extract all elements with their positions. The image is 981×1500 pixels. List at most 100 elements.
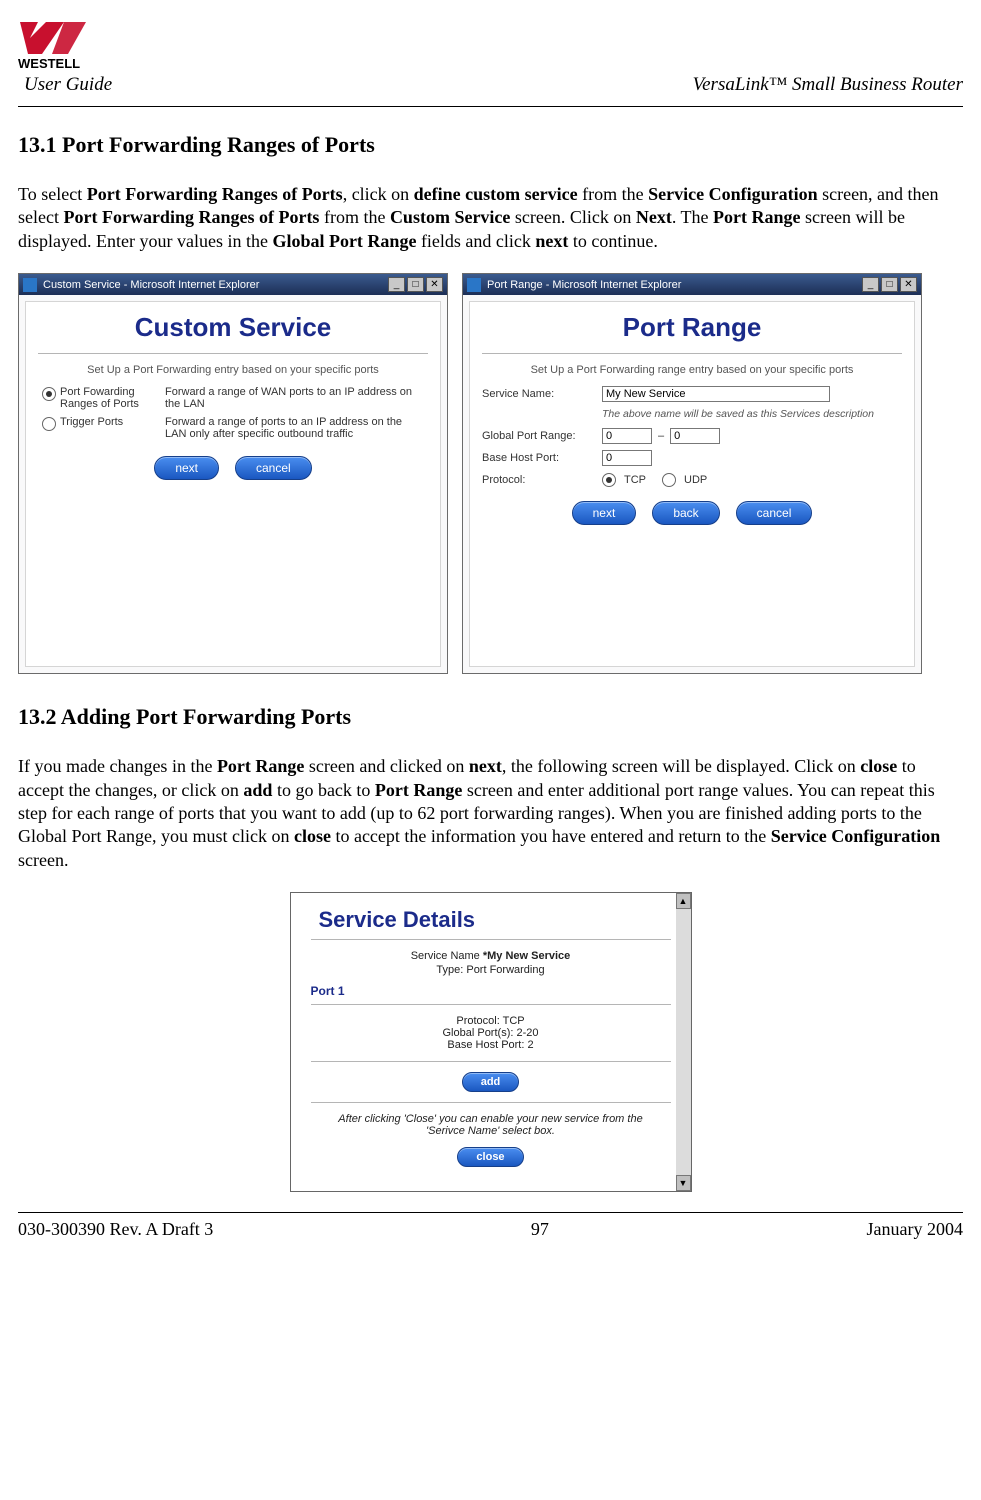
cancel-button[interactable]: cancel (736, 501, 813, 525)
page-footer: 030-300390 Rev. A Draft 3 97 January 200… (18, 1212, 963, 1240)
tcp-label: TCP (624, 474, 646, 486)
text: To select (18, 184, 87, 204)
text-bold: next (535, 231, 568, 251)
close-button[interactable]: ✕ (426, 277, 443, 292)
next-button[interactable]: next (154, 456, 219, 480)
text-bold: Next (636, 207, 672, 227)
text: If you made changes in the (18, 756, 217, 776)
service-details-window: ▲ ▼ Service Details Service Name *My New… (290, 892, 692, 1192)
radio-tcp[interactable] (602, 473, 616, 487)
footer-left: 030-300390 Rev. A Draft 3 (18, 1219, 213, 1240)
base-host-port-input[interactable] (602, 450, 652, 466)
window-body: Service Details Service Name *My New Ser… (291, 893, 691, 1191)
text: screen. Click on (510, 207, 635, 227)
text: . The (672, 207, 713, 227)
global-port-range-label: Global Port Range: (482, 430, 602, 442)
type-line: Type: Port Forwarding (311, 964, 671, 976)
minimize-button[interactable]: _ (862, 277, 879, 292)
text-bold: Service Configuration (648, 184, 817, 204)
text: , the following screen will be displayed… (502, 756, 860, 776)
text: fields and click (416, 231, 535, 251)
maximize-button[interactable]: □ (407, 277, 424, 292)
scroll-up-icon[interactable]: ▲ (676, 893, 691, 909)
base-host-line: Base Host Port: 2 (311, 1039, 671, 1051)
text-bold: Port Forwarding Ranges of Ports (63, 207, 319, 227)
option-description: Forward a range of WAN ports to an IP ad… (165, 386, 424, 410)
options-grid: Port Fowarding Ranges of Ports Forward a… (42, 386, 424, 440)
service-name-line: Service Name *My New Service (311, 950, 671, 962)
text: screen and clicked on (304, 756, 468, 776)
panel-subtitle: Set Up a Port Forwarding entry based on … (38, 364, 428, 376)
product-name: VersaLink™ Small Business Router (693, 74, 963, 96)
service-name-value: *My New Service (483, 950, 570, 962)
panel-heading: Service Details (311, 907, 671, 933)
protocol-line: Protocol: TCP (311, 1015, 671, 1027)
protocol-label: Protocol: (482, 474, 602, 486)
global-ports-line: Global Port(s): 2-20 (311, 1027, 671, 1039)
option-port-fwd[interactable]: Port Fowarding Ranges of Ports (42, 386, 157, 410)
text: to go back to (272, 780, 374, 800)
close-note: After clicking 'Close' you can enable yo… (321, 1113, 661, 1137)
section-13-2-paragraph: If you made changes in the Port Range sc… (18, 755, 963, 872)
user-guide-label: User Guide (24, 74, 112, 96)
text: , click on (343, 184, 414, 204)
panel-heading: Custom Service (38, 312, 428, 343)
window-title: Custom Service - Microsoft Internet Expl… (43, 279, 386, 291)
panel-subtitle: Set Up a Port Forwarding range entry bas… (482, 364, 902, 376)
port-range-window: Port Range - Microsoft Internet Explorer… (462, 273, 922, 674)
ie-icon (23, 278, 37, 292)
base-host-port-row: Base Host Port: (482, 450, 902, 466)
radio-udp[interactable] (662, 473, 676, 487)
text: screen. (18, 850, 68, 870)
text-bold: define custom service (414, 184, 578, 204)
text-bold: Port Range (375, 780, 462, 800)
global-port-end-input[interactable] (670, 428, 720, 444)
option-label: Trigger Ports (60, 416, 123, 428)
close-button[interactable]: close (457, 1147, 523, 1167)
westell-logo (18, 20, 108, 56)
minimize-button[interactable]: _ (388, 277, 405, 292)
option-trigger[interactable]: Trigger Ports (42, 416, 157, 431)
close-button-row: close (311, 1147, 671, 1167)
next-button[interactable]: next (572, 501, 637, 525)
text-bold: next (469, 756, 502, 776)
text-bold: Service Configuration (771, 826, 940, 846)
section-13-1-heading: 13.1 Port Forwarding Ranges of Ports (18, 132, 963, 158)
separator (311, 1004, 671, 1005)
global-port-range-row: Global Port Range: – (482, 428, 902, 444)
base-host-port-label: Base Host Port: (482, 452, 602, 464)
radio-icon[interactable] (42, 387, 56, 401)
service-name-label: Service Name: (482, 388, 602, 400)
brand-text: WESTELL (18, 56, 108, 70)
radio-icon[interactable] (42, 417, 56, 431)
separator (311, 939, 671, 940)
text-bold: close (294, 826, 331, 846)
option-description: Forward a range of ports to an IP addres… (165, 416, 424, 440)
global-port-start-input[interactable] (602, 428, 652, 444)
panel-heading: Port Range (482, 312, 902, 343)
text-bold: close (860, 756, 897, 776)
scroll-down-icon[interactable]: ▼ (676, 1175, 691, 1191)
text-bold: Port Range (217, 756, 304, 776)
service-name-label: Service Name (411, 950, 483, 962)
service-name-row: Service Name: (482, 386, 902, 402)
titlebar: Custom Service - Microsoft Internet Expl… (19, 274, 447, 295)
window-body: Port Range Set Up a Port Forwarding rang… (469, 301, 915, 667)
maximize-button[interactable]: □ (881, 277, 898, 292)
cancel-button[interactable]: cancel (235, 456, 312, 480)
port-1-heading: Port 1 (311, 984, 671, 998)
add-button-row: add (311, 1072, 671, 1092)
scrollbar[interactable]: ▲ ▼ (676, 893, 691, 1191)
add-button[interactable]: add (462, 1072, 520, 1092)
section-13-1-paragraph: To select Port Forwarding Ranges of Port… (18, 183, 963, 253)
option-label: Port Fowarding Ranges of Ports (60, 386, 157, 410)
separator (311, 1061, 671, 1062)
close-button[interactable]: ✕ (900, 277, 917, 292)
back-button[interactable]: back (652, 501, 719, 525)
protocol-options: TCP UDP (602, 472, 707, 487)
button-row: next cancel (38, 456, 428, 480)
service-name-input[interactable] (602, 386, 830, 402)
text: from the (578, 184, 648, 204)
range-dash: – (658, 430, 664, 442)
ie-icon (467, 278, 481, 292)
